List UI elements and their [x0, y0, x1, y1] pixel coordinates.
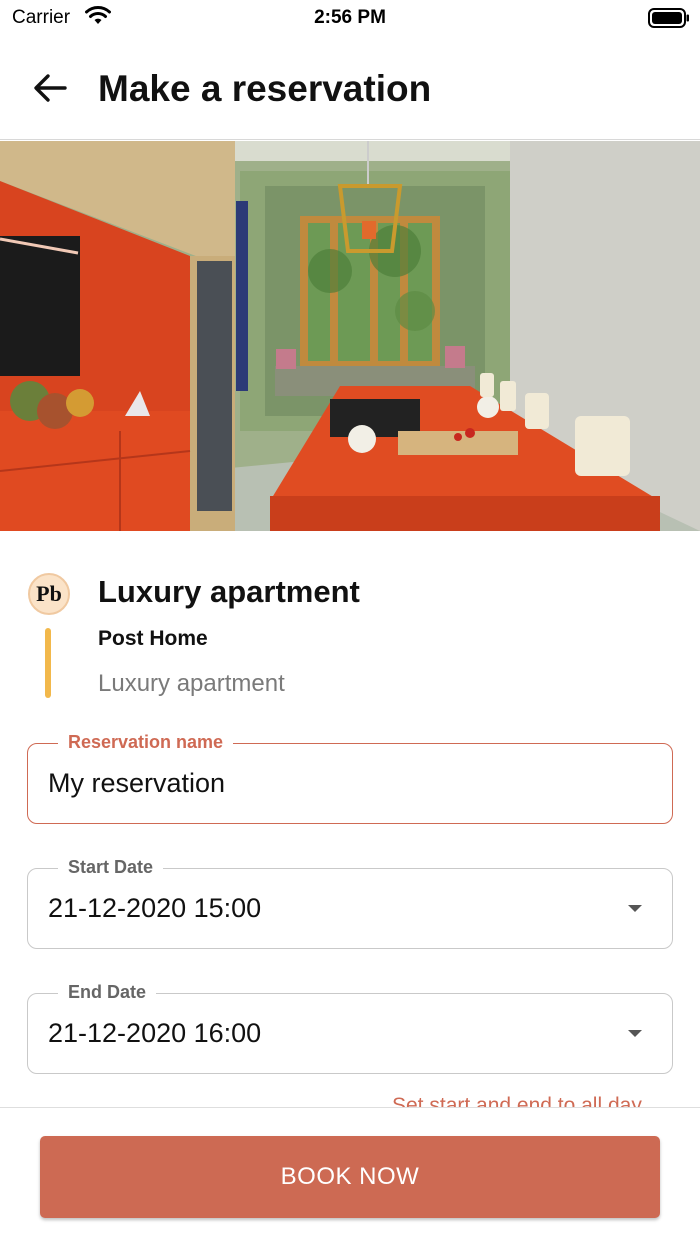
- arrow-left-icon: [33, 73, 67, 108]
- start-date-label: Start Date: [58, 856, 164, 878]
- chevron-down-icon[interactable]: [628, 1030, 642, 1037]
- header: Make a reservation: [0, 36, 700, 140]
- page-title: Make a reservation: [98, 68, 432, 109]
- reservation-name-label: Reservation name: [58, 731, 234, 753]
- end-date-label: End Date: [58, 981, 157, 1003]
- end-date-field[interactable]: End Date 21-12-2020 16:00: [27, 981, 673, 1074]
- reservation-name-input[interactable]: [48, 768, 608, 799]
- host-logo: Pb: [28, 573, 70, 615]
- reservation-name-field[interactable]: Reservation name: [27, 731, 673, 824]
- chevron-down-icon[interactable]: [628, 905, 642, 912]
- start-date-value[interactable]: 21-12-2020 15:00: [48, 893, 608, 924]
- listing-info: Pb Luxury apartment Post Home Luxury apa…: [0, 560, 700, 710]
- listing-owner: Post Home: [98, 627, 208, 650]
- back-button[interactable]: [28, 68, 72, 112]
- accent-bar: [45, 628, 51, 698]
- status-time: 2:56 PM: [314, 7, 386, 28]
- end-date-value[interactable]: 21-12-2020 16:00: [48, 1018, 608, 1049]
- apartment-photo: [0, 141, 700, 531]
- bottom-bar: BOOK NOW: [0, 1107, 700, 1244]
- listing-subtitle: Luxury apartment: [98, 670, 285, 697]
- status-bar: Carrier 2:56 PM: [0, 0, 700, 36]
- listing-title: Luxury apartment: [98, 574, 360, 609]
- book-now-button[interactable]: BOOK NOW: [40, 1136, 660, 1218]
- battery-icon: [648, 8, 690, 33]
- start-date-field[interactable]: Start Date 21-12-2020 15:00: [27, 856, 673, 949]
